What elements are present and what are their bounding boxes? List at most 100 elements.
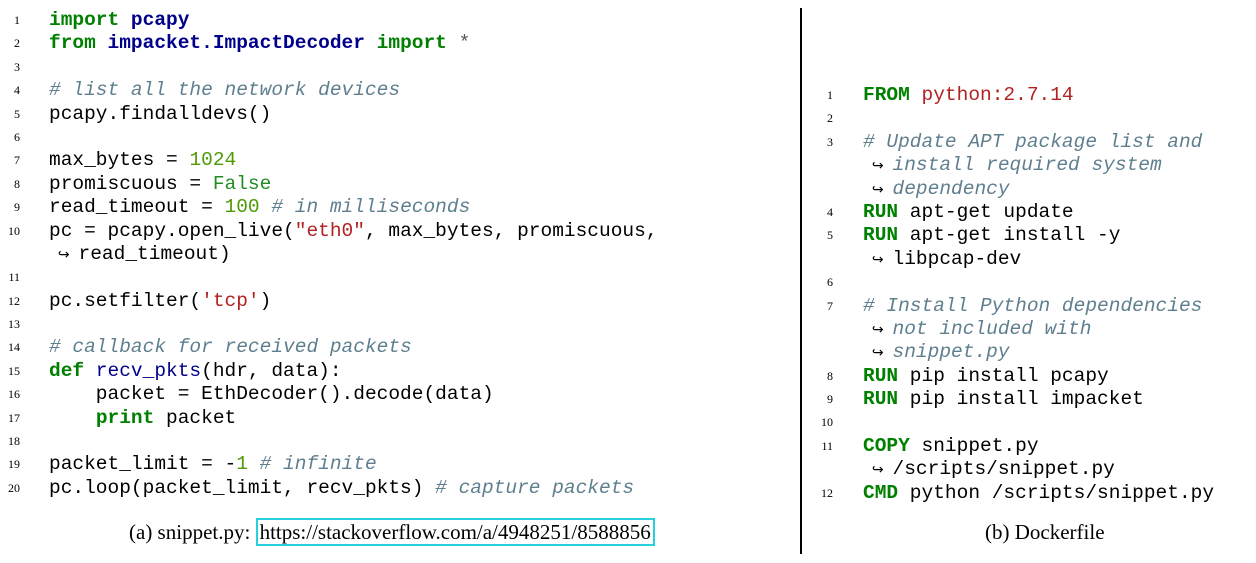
snippet-line-number: 4 [14,83,20,98]
snippet-line-number: 12 [8,293,20,308]
snippet-line-number: 13 [8,317,20,332]
snippet-line-text: def recv_pkts(hdr, data): [49,360,342,383]
dockerfile-line-number: 4 [827,204,833,219]
snippet-code-token: # callback for received packets [49,336,412,359]
snippet-line-text: from impacket.ImpactDecoder import * [49,32,470,55]
snippet-line-number: 16 [8,387,20,402]
line-continuation-arrow-icon: ↪ [863,158,893,175]
dockerfile-line-text: ↪ install required system [863,154,1162,178]
snippet-line-text: promiscuous = False [49,173,271,196]
dockerfile-line-text: # Update APT package list and [863,131,1202,154]
dockerfile-line-text: FROM python:2.7.14 [863,84,1074,107]
dockerfile-line-number: 5 [827,228,833,243]
snippet-code-token: 100 [224,196,260,219]
snippet-code-token: pcapy [119,9,190,31]
dockerfile-line-text: CMD python /scripts/snippet.py [863,482,1214,505]
snippet-line-number: 1 [14,13,20,27]
snippet-caption-label: (a) snippet.py: [129,520,256,544]
snippet-line-number: 6 [14,129,20,144]
dockerfile-code-token: pip install impacket [898,388,1144,411]
dockerfile-line-number: 3 [827,134,833,149]
dockerfile-code-token: not included with [892,317,1092,340]
snippet-code-token: # list all the network devices [49,79,401,102]
dockerfile-code-token: pip install pcapy [898,364,1109,387]
snippet-line-number: 3 [14,59,20,74]
dockerfile-code-token: apt-get install -y [898,224,1121,247]
dockerfile-code-token: COPY [863,434,910,457]
snippet-code-token: impacket.ImpactDecoder [95,32,365,55]
snippet-line-number: 14 [8,340,20,355]
dockerfile-code-token: python:2.7.14 [909,84,1074,106]
snippet-source-link[interactable]: https://stackoverflow.com/a/4948251/8588… [255,518,655,546]
snippet-code-token: from [49,32,96,55]
snippet-code-token: packet [154,406,237,429]
dockerfile-code-token: snippet.py [892,341,1010,364]
snippet-code-token: import [364,32,447,55]
snippet-panel: 1 import pcapy 2 from impacket.ImpactDecode… [0,0,790,563]
line-continuation-arrow-icon: ↪ [863,321,893,338]
snippet-line-number: 5 [14,106,20,121]
snippet-line-number: 10 [8,223,20,238]
dockerfile-line-number: 6 [827,275,833,290]
dockerfile-line-number: 10 [821,415,833,430]
snippet-code-token: # in milliseconds [259,196,471,219]
snippet-line-number: 15 [8,363,20,378]
snippet-line-text: pcapy.findalldevs() [49,103,271,126]
dockerfile-line-text: ↪ libpcap-dev [863,248,1021,272]
snippet-code-token: print [95,406,155,429]
snippet-code-token: promiscuous = [49,172,213,195]
snippet-line-text: import pcapy [49,9,189,32]
dockerfile-line-number: 2 [827,111,833,126]
dockerfile-line-text: # Install Python dependencies [863,295,1202,318]
line-continuation-arrow-icon: ↪ [49,246,79,263]
snippet-line-number: 2 [14,36,20,51]
snippet-line-text: pc.setfilter('tcp') [49,290,271,313]
dockerfile-code-token: snippet.py [909,434,1039,457]
dockerfile-line-text: COPY snippet.py [863,435,1039,458]
snippet-code-token: * [446,32,471,55]
snippet-code-token: 1 [236,453,248,476]
dockerfile-line-text: RUN apt-get update [863,201,1074,224]
snippet-line-number: 19 [8,457,20,472]
dockerfile-code-token: libpcap-dev [892,247,1022,270]
dockerfile-line-text: ↪ snippet.py [863,341,1010,365]
dockerfile-code-token: CMD [863,481,899,504]
snippet-code-token [49,407,96,429]
snippet-line-number: 18 [8,434,20,449]
snippet-line-number: 7 [14,153,20,168]
snippet-line-text: # callback for received packets [49,336,412,359]
snippet-caption: (a) snippet.py: https://stackoverflow.co… [129,518,655,546]
line-continuation-arrow-icon: ↪ [863,251,893,268]
dockerfile-code-token: # Install Python dependencies [863,294,1203,317]
snippet-line-text: pc.loop(packet_limit, recv_pkts) # captu… [49,477,634,500]
snippet-line-number: 20 [8,480,20,495]
snippet-line-text: ↪ read_timeout) [49,243,231,267]
snippet-code-token: max_bytes = [49,149,190,172]
snippet-code-token: packet_limit = - [49,453,237,476]
snippet-code-token: recv_pkts [84,359,202,382]
snippet-line-number: 8 [14,176,20,191]
snippet-code-token: def [49,359,85,382]
snippet-code-token: False [212,172,272,195]
dockerfile-code-token: FROM [863,84,910,106]
snippet-line-text: # list all the network devices [49,79,400,102]
snippet-code-token: ) [259,289,272,312]
dockerfile-code-token: RUN [863,364,899,387]
snippet-code-token: read_timeout) [78,242,231,265]
dockerfile-line-text: RUN apt-get install -y [863,224,1120,247]
snippet-code-token: 1024 [189,149,237,172]
snippet-code-token: pc = pcapy.open_live( [49,219,295,242]
dockerfile-panel: 1 FROM python:2.7.14 2 3 # Update APT packag… [805,0,1256,563]
dockerfile-code-token: RUN [863,200,899,223]
dockerfile-line-number: 1 [827,88,833,102]
dockerfile-line-text: RUN pip install pcapy [863,365,1109,388]
snippet-code-token: import [49,9,120,31]
snippet-line-number: 9 [14,200,20,215]
snippet-line-text: packet_limit = -1 # infinite [49,453,377,476]
snippet-code-token: # infinite [247,453,377,476]
dockerfile-line-text: ↪ /scripts/snippet.py [863,458,1115,482]
dockerfile-code-token: # Update APT package list and [863,130,1203,153]
snippet-code-token: read_timeout = [49,196,225,219]
snippet-code-token: # capture packets [423,476,635,499]
dockerfile-code-token: python /scripts/snippet.py [898,481,1215,504]
